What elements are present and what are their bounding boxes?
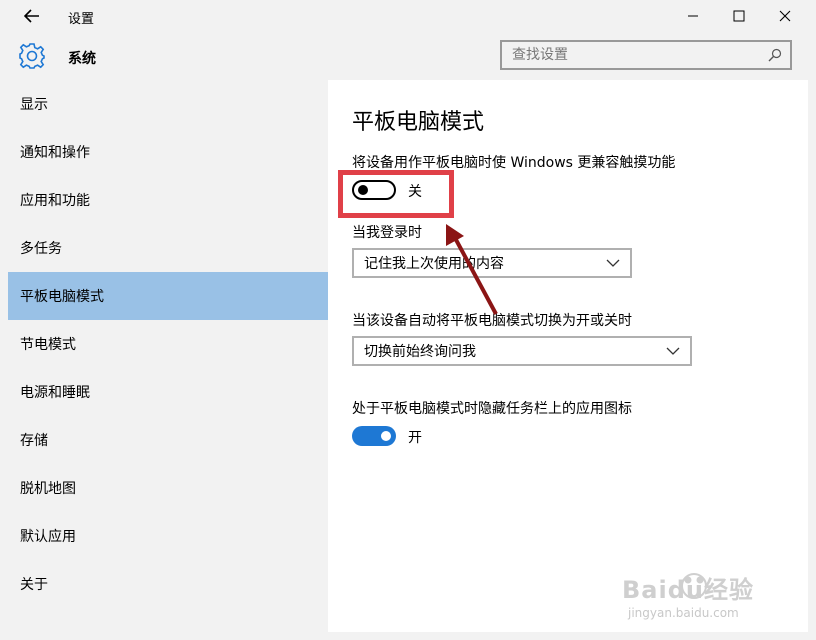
sidebar-item-label: 通知和操作 xyxy=(20,145,90,161)
window-title: 设置 xyxy=(68,12,95,27)
hide-icons-toggle-state: 开 xyxy=(408,430,422,446)
sidebar-item-apps[interactable]: 应用和功能 xyxy=(8,176,328,224)
sidebar-item-default-apps[interactable]: 默认应用 xyxy=(8,512,328,560)
hide-icons-label: 处于平板电脑模式时隐藏任务栏上的应用图标 xyxy=(352,401,632,417)
sidebar-item-label: 多任务 xyxy=(20,241,62,257)
sidebar-item-label: 存储 xyxy=(20,433,48,449)
search-input[interactable] xyxy=(502,42,764,68)
sidebar-item-storage[interactable]: 存储 xyxy=(8,416,328,464)
title-bar: 设置 xyxy=(0,0,816,32)
chevron-down-icon xyxy=(606,258,620,268)
sidebar-item-label: 关于 xyxy=(20,577,48,593)
close-button[interactable] xyxy=(762,0,808,32)
close-icon xyxy=(779,10,791,22)
watermark-brand: Baidu经验 xyxy=(622,576,754,604)
back-button[interactable] xyxy=(14,4,50,28)
search-box[interactable] xyxy=(500,40,792,70)
auto-switch-label: 当该设备自动将平板电脑模式切换为开或关时 xyxy=(352,313,632,329)
minimize-button[interactable] xyxy=(670,0,716,32)
hide-icons-toggle[interactable] xyxy=(352,426,396,446)
sidebar-item-battery-saver[interactable]: 节电模式 xyxy=(8,320,328,368)
settings-header: 系统 xyxy=(0,32,816,80)
toggle-knob xyxy=(381,431,391,441)
sidebar-item-display[interactable]: 显示 xyxy=(8,80,328,128)
sidebar-item-label: 应用和功能 xyxy=(20,193,90,209)
sidebar-item-label: 脱机地图 xyxy=(20,481,76,497)
auto-switch-dropdown[interactable]: 切换前始终询问我 xyxy=(352,336,692,366)
minimize-icon xyxy=(688,15,698,17)
watermark-url: jingyan.baidu.com xyxy=(628,606,739,620)
window-frame-bottom xyxy=(0,632,816,640)
sidebar-item-power-sleep[interactable]: 电源和睡眠 xyxy=(8,368,328,416)
touch-mode-label: 将设备用作平板电脑时使 Windows 更兼容触摸功能 xyxy=(352,155,676,171)
gear-icon xyxy=(19,43,45,69)
signin-dropdown[interactable]: 记住我上次使用的内容 xyxy=(352,248,632,278)
sidebar-item-tablet-mode[interactable]: 平板电脑模式 xyxy=(8,272,328,320)
sidebar-item-label: 电源和睡眠 xyxy=(20,385,90,401)
sidebar-item-notifications[interactable]: 通知和操作 xyxy=(8,128,328,176)
signin-dropdown-value: 记住我上次使用的内容 xyxy=(364,256,504,272)
auto-switch-dropdown-value: 切换前始终询问我 xyxy=(364,344,476,360)
window-frame-right xyxy=(808,0,816,640)
sidebar-item-label: 默认应用 xyxy=(20,529,76,545)
chevron-down-icon xyxy=(666,346,680,356)
maximize-button[interactable] xyxy=(716,0,762,32)
sidebar-item-about[interactable]: 关于 xyxy=(8,560,328,608)
content-pane: 平板电脑模式 将设备用作平板电脑时使 Windows 更兼容触摸功能 关 当我登… xyxy=(328,80,808,632)
maximize-icon xyxy=(733,10,745,22)
window-frame-left xyxy=(0,0,8,640)
annotation-highlight-box xyxy=(338,170,454,218)
sidebar-item-label: 节电模式 xyxy=(20,337,76,353)
search-icon[interactable] xyxy=(764,48,786,62)
sidebar-item-multitasking[interactable]: 多任务 xyxy=(8,224,328,272)
page-title: 平板电脑模式 xyxy=(352,110,485,135)
sidebar-item-label: 显示 xyxy=(20,97,48,113)
sidebar-item-label: 平板电脑模式 xyxy=(20,289,104,305)
section-title: 系统 xyxy=(68,51,96,67)
signin-label: 当我登录时 xyxy=(352,225,422,241)
baidu-jingyan-watermark: Baidu经验 jingyan.baidu.com xyxy=(622,566,782,632)
sidebar: 显示 通知和操作 应用和功能 多任务 平板电脑模式 节电模式 电源和睡眠 存储 … xyxy=(8,80,328,632)
sidebar-item-offline-maps[interactable]: 脱机地图 xyxy=(8,464,328,512)
back-arrow-icon xyxy=(24,9,39,23)
